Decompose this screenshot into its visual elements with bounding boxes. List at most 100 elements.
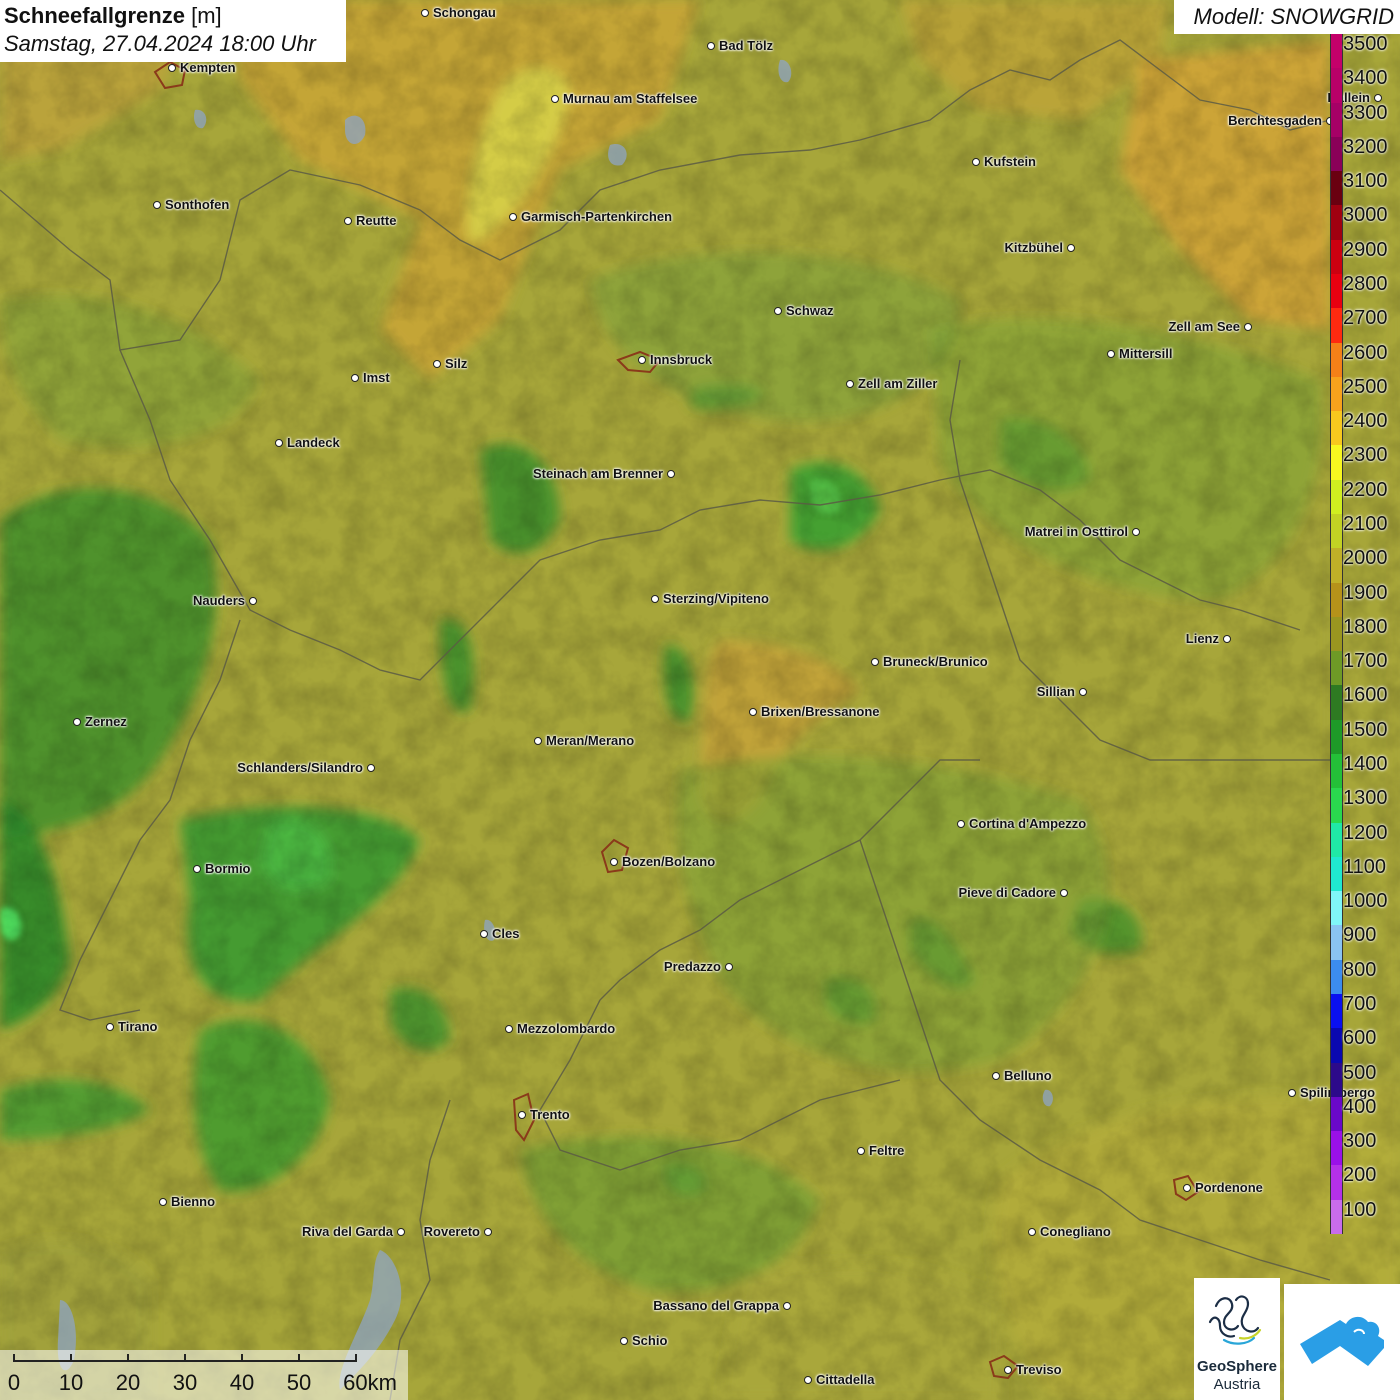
place-label: Pordenone	[1195, 1180, 1263, 1195]
place-dot	[749, 708, 757, 716]
legend-level-label: 2900	[1343, 238, 1388, 261]
legend-swatch	[1330, 616, 1343, 652]
place-label: Sonthofen	[165, 197, 230, 212]
legend-swatch	[1330, 959, 1343, 994]
legend-level-label: 3200	[1343, 135, 1388, 158]
place-label: Sterzing/Vipiteno	[663, 591, 769, 606]
legend-swatch	[1330, 205, 1343, 240]
legend-swatch	[1330, 685, 1343, 720]
snowfall-map[interactable]: Schongau Kempten Bad Tölz Murnau am Staffel…	[0, 0, 1400, 1400]
place-dot	[1107, 350, 1115, 358]
scale-bar-label: 40	[229, 1370, 255, 1395]
legend-level-label: 600	[1343, 1027, 1377, 1050]
place-dot	[972, 158, 980, 166]
place-label: Berchtesgaden	[1228, 113, 1322, 128]
place-label: Reutte	[356, 213, 397, 228]
legend-level-label: 1600	[1343, 684, 1388, 707]
place-dot	[509, 213, 517, 221]
legend-swatch	[1330, 1199, 1343, 1234]
place-dot	[249, 597, 257, 605]
scale-bar-label: 60km	[343, 1370, 397, 1395]
legend-swatch	[1330, 891, 1343, 926]
legend-level-label: 500	[1343, 1061, 1377, 1084]
legend-swatch	[1330, 136, 1343, 172]
color-legend: 3500 3400 3300 3200 3100 3000 2900 2800 2700 2600…	[1328, 34, 1400, 1234]
scale-bar-label: 50	[286, 1370, 312, 1395]
legend-level-label: 2400	[1343, 410, 1388, 433]
legend-swatch	[1330, 34, 1343, 69]
legend-swatch	[1330, 274, 1343, 309]
place-label: Innsbruck	[650, 352, 713, 367]
place-label: Schlanders/Silandro	[237, 760, 363, 775]
cloud-logo[interactable]	[1284, 1284, 1400, 1400]
legend-level-label: 2800	[1343, 273, 1388, 295]
legend-level-label: 1700	[1343, 650, 1388, 673]
cloud-logo-icon	[1300, 1316, 1384, 1366]
legend-level-label: 1400	[1343, 753, 1388, 775]
place-label: Riva del Garda	[301, 1224, 393, 1239]
place-dot	[804, 1376, 812, 1384]
place-dot	[153, 201, 161, 209]
place-dot	[620, 1337, 628, 1345]
place-label: Pieve di Cadore	[958, 885, 1056, 900]
legend-swatch	[1330, 719, 1343, 754]
place-label: Rovereto	[423, 1224, 480, 1239]
place-label: Bormio	[205, 861, 251, 876]
model-label: Modell: SNOWGRID	[1174, 0, 1400, 34]
place-label: Trento	[530, 1107, 570, 1122]
place-dot	[1004, 1366, 1012, 1374]
legend-swatch	[1330, 1062, 1343, 1097]
legend-swatch	[1330, 1028, 1343, 1063]
place-label: Bozen/Bolzano	[622, 854, 716, 869]
place-label: Brixen/Bressanone	[761, 704, 880, 719]
place-dot	[774, 307, 782, 315]
place-label: Meran/Merano	[546, 733, 635, 748]
geosphere-logo[interactable]: GeoSphere Austria	[1194, 1278, 1280, 1400]
legend-level-label: 900	[1343, 924, 1377, 947]
legend-swatch	[1330, 445, 1343, 480]
place-dot	[1028, 1228, 1036, 1236]
place-label: Kempten	[180, 60, 236, 75]
place-label: Schio	[632, 1333, 668, 1348]
scale-bar: 0 10 20 30 40 50 60km	[0, 1350, 408, 1400]
place-dot	[610, 858, 618, 866]
legend-level-label: 100	[1343, 1198, 1377, 1221]
legend-swatch	[1330, 651, 1343, 686]
legend-level-label: 3300	[1343, 101, 1388, 124]
map-title: Schneefallgrenze [m]	[4, 2, 342, 30]
place-label: Schwaz	[786, 303, 834, 318]
place-label: Cortina d'Ampezzo	[969, 816, 1087, 831]
legend-level-label: 3000	[1343, 204, 1388, 227]
legend-level-label: 1500	[1343, 718, 1388, 741]
legend-swatch	[1330, 1165, 1343, 1200]
legend-level-label: 3100	[1343, 170, 1388, 193]
legend-swatch	[1330, 514, 1343, 549]
legend-level-label: 2300	[1343, 444, 1388, 467]
legend-swatch	[1330, 994, 1343, 1029]
legend-level-label: 1200	[1343, 821, 1388, 844]
place-dot	[1288, 1089, 1296, 1097]
scale-bar-tick	[70, 1354, 72, 1362]
place-dot	[638, 356, 646, 364]
legend-swatch	[1330, 411, 1343, 446]
legend-swatch	[1330, 239, 1343, 274]
place-dot	[433, 360, 441, 368]
place-label: Treviso	[1016, 1362, 1062, 1377]
place-label: Steinach am Brenner	[532, 466, 663, 481]
place-label: Zernez	[85, 714, 127, 729]
place-label: Belluno	[1004, 1068, 1052, 1083]
map-datetime: Samstag, 27.04.2024 18:00 Uhr	[4, 31, 316, 56]
place-dot	[159, 1198, 167, 1206]
legend-level-label: 2700	[1343, 307, 1388, 330]
legend-level-label: 2200	[1343, 478, 1388, 501]
place-label: Schongau	[433, 5, 496, 20]
legend-level-label: 2100	[1343, 513, 1388, 535]
legend-level-label: 300	[1343, 1130, 1377, 1153]
place-dot	[957, 820, 965, 828]
scale-bar-label: 20	[115, 1370, 141, 1395]
place-label: Landeck	[287, 435, 340, 450]
legend-swatch	[1330, 856, 1343, 892]
geosphere-logo-line1: GeoSphere	[1196, 1358, 1278, 1375]
legend-swatch	[1330, 102, 1343, 137]
place-dot	[275, 439, 283, 447]
